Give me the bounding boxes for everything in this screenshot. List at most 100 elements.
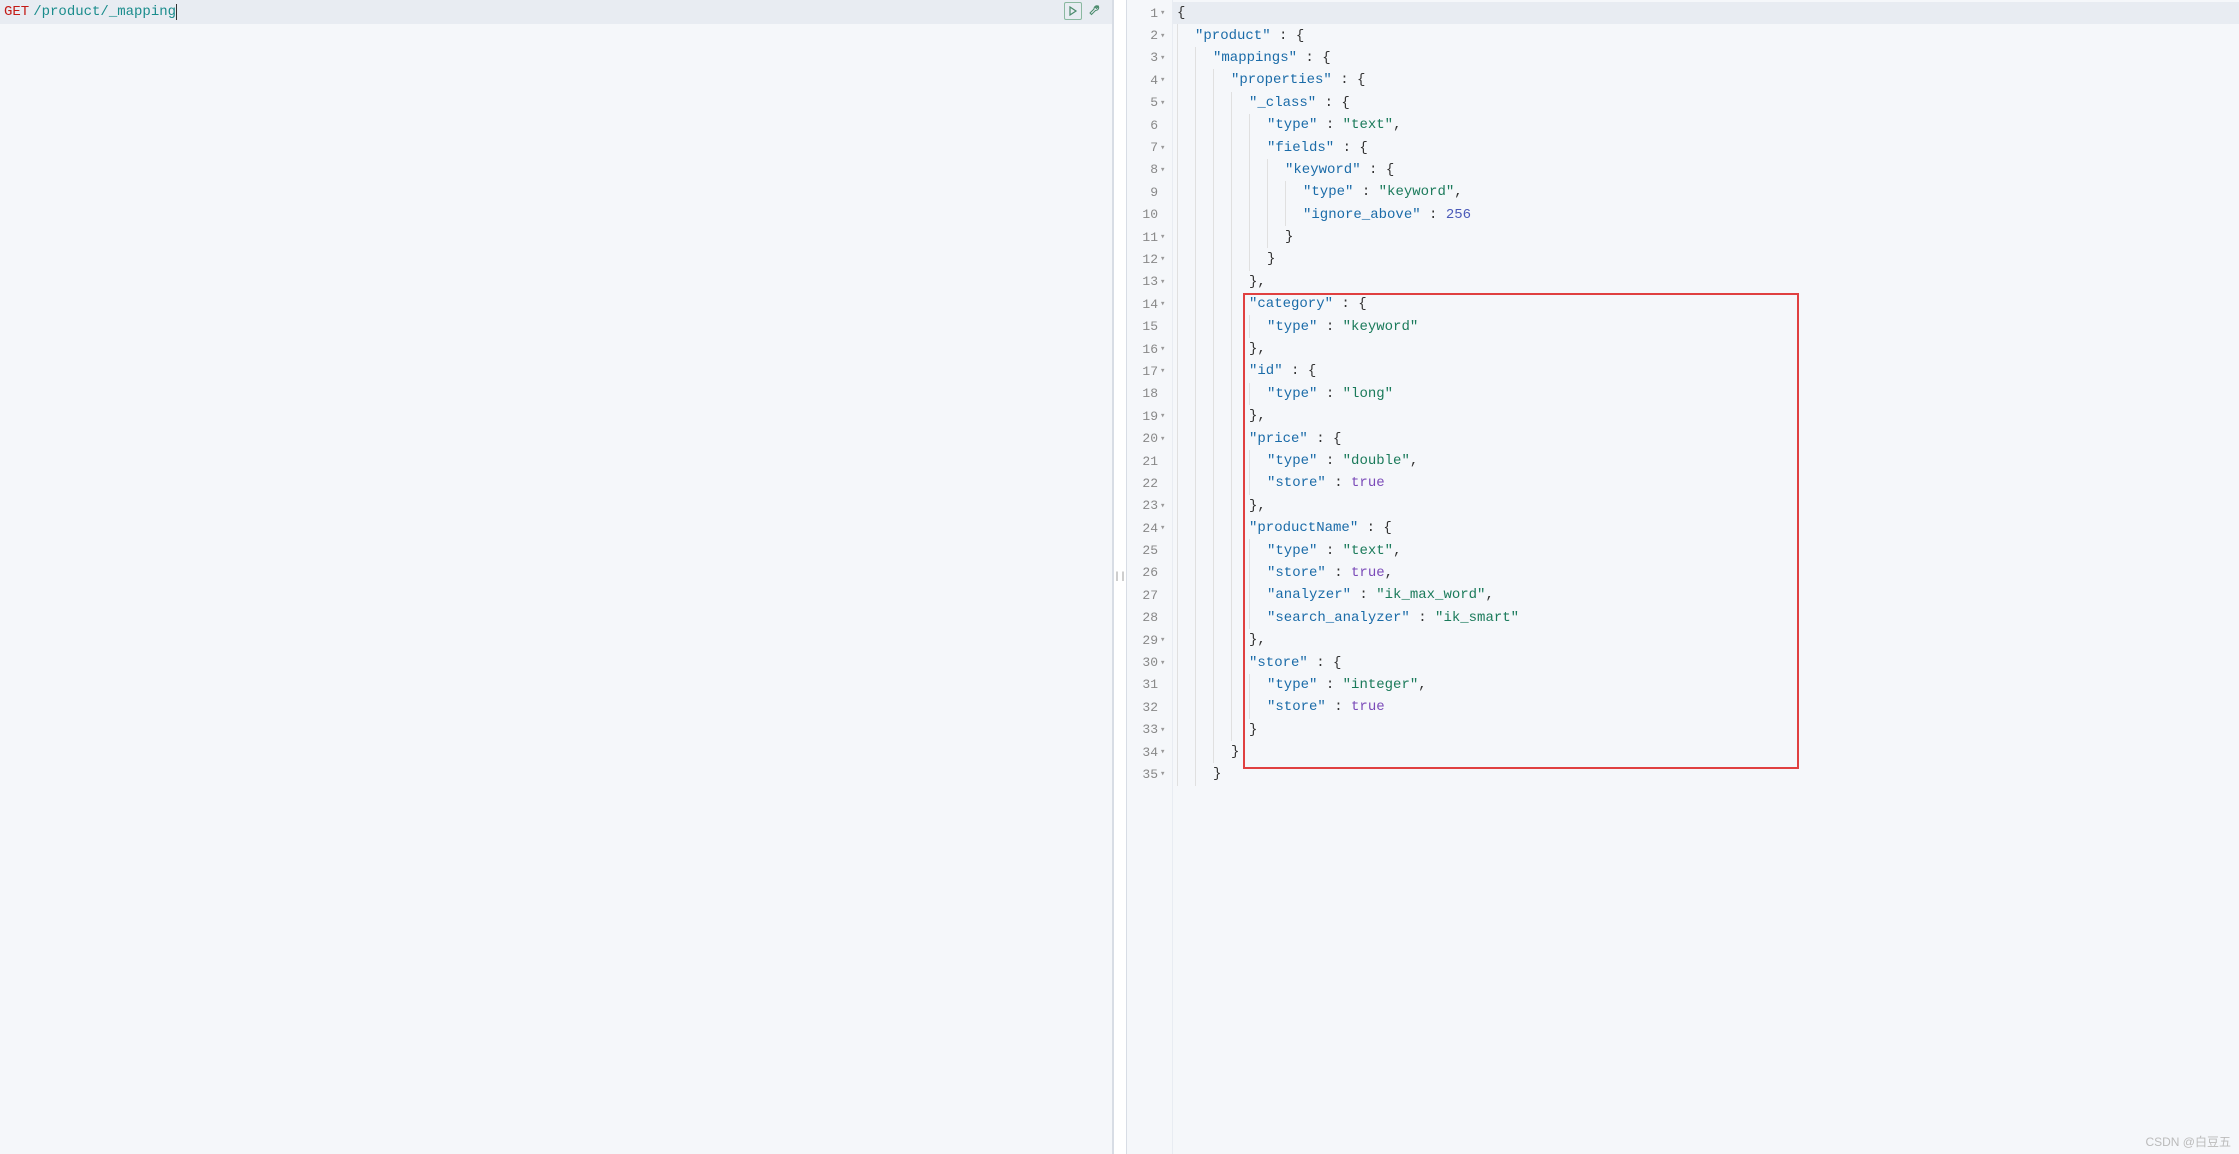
code-line[interactable]: } <box>1173 741 2239 763</box>
code-line[interactable]: "store" : true, <box>1173 562 2239 584</box>
code-line[interactable]: } <box>1173 719 2239 741</box>
code-line[interactable]: "product" : { <box>1173 24 2239 46</box>
token-punct: : <box>1353 184 1378 200</box>
indent-guide <box>1195 495 1213 517</box>
indent-guide <box>1195 338 1213 360</box>
indent-guide <box>1285 204 1303 226</box>
code-line[interactable]: "ignore_above" : 256 <box>1173 204 2239 226</box>
indent-guide <box>1231 226 1249 248</box>
indent-guide <box>1213 271 1231 293</box>
code-line[interactable]: "type" : "text", <box>1173 114 2239 136</box>
code-line[interactable]: "properties" : { <box>1173 69 2239 91</box>
fold-icon[interactable]: ▾ <box>1160 232 1168 242</box>
fold-icon[interactable]: ▾ <box>1160 53 1168 63</box>
indent-guide <box>1267 204 1285 226</box>
indent-guide <box>1213 136 1231 158</box>
fold-icon[interactable]: ▾ <box>1160 98 1168 108</box>
fold-icon[interactable]: ▾ <box>1160 75 1168 85</box>
code-line[interactable]: "_class" : { <box>1173 92 2239 114</box>
fold-icon[interactable]: ▾ <box>1160 747 1168 757</box>
run-icon[interactable] <box>1064 2 1082 20</box>
fold-icon[interactable]: ▾ <box>1160 31 1168 41</box>
line-number: 2▾ <box>1127 24 1172 46</box>
indent-guide <box>1195 181 1213 203</box>
line-number: 26 <box>1127 562 1172 584</box>
code-line[interactable]: "category" : { <box>1173 293 2239 315</box>
indent-guide <box>1267 159 1285 181</box>
code-line[interactable]: } <box>1173 763 2239 785</box>
panel-divider[interactable]: || <box>1113 0 1127 1154</box>
fold-icon[interactable]: ▾ <box>1160 344 1168 354</box>
indent-guide <box>1195 517 1213 539</box>
code-line[interactable]: }, <box>1173 495 2239 517</box>
token-key: "store" <box>1249 655 1308 671</box>
indent-guide <box>1231 584 1249 606</box>
code-line[interactable]: }, <box>1173 405 2239 427</box>
indent-guide <box>1195 562 1213 584</box>
code-line[interactable]: { <box>1173 2 2239 24</box>
fold-icon[interactable]: ▾ <box>1160 165 1168 175</box>
fold-icon[interactable]: ▾ <box>1160 366 1168 376</box>
token-punct: , <box>1454 184 1462 200</box>
code-line[interactable]: "keyword" : { <box>1173 159 2239 181</box>
indent-guide <box>1231 136 1249 158</box>
request-line[interactable]: GET /product/_mapping <box>0 0 1112 24</box>
code-line[interactable]: }, <box>1173 629 2239 651</box>
line-number: 30▾ <box>1127 651 1172 673</box>
fold-icon[interactable]: ▾ <box>1160 725 1168 735</box>
code-line[interactable]: "type" : "long" <box>1173 383 2239 405</box>
token-punct: } <box>1231 744 1239 760</box>
response-code[interactable]: {"product" : {"mappings" : {"properties"… <box>1173 0 2239 1154</box>
indent-guide <box>1177 136 1195 158</box>
indent-guide <box>1249 248 1267 270</box>
code-line[interactable]: "store" : true <box>1173 472 2239 494</box>
token-key: "search_analyzer" <box>1267 610 1410 626</box>
token-punct: , <box>1393 543 1401 559</box>
token-punct: : { <box>1308 655 1342 671</box>
code-line[interactable]: }, <box>1173 338 2239 360</box>
indent-guide <box>1177 450 1195 472</box>
fold-icon[interactable]: ▾ <box>1160 635 1168 645</box>
code-line[interactable]: "productName" : { <box>1173 517 2239 539</box>
code-line[interactable]: "type" : "integer", <box>1173 674 2239 696</box>
token-punct: , <box>1393 117 1401 133</box>
fold-icon[interactable]: ▾ <box>1160 254 1168 264</box>
code-line[interactable]: "id" : { <box>1173 360 2239 382</box>
indent-guide <box>1177 674 1195 696</box>
fold-icon[interactable]: ▾ <box>1160 143 1168 153</box>
fold-icon[interactable]: ▾ <box>1160 523 1168 533</box>
code-line[interactable]: }, <box>1173 271 2239 293</box>
request-actions <box>1064 2 1104 20</box>
fold-icon[interactable]: ▾ <box>1160 299 1168 309</box>
code-line[interactable]: "search_analyzer" : "ik_smart" <box>1173 607 2239 629</box>
indent-guide <box>1177 204 1195 226</box>
fold-icon[interactable]: ▾ <box>1160 658 1168 668</box>
token-punct: } <box>1285 229 1293 245</box>
token-punct: : <box>1317 386 1342 402</box>
indent-guide <box>1195 450 1213 472</box>
indent-guide <box>1177 69 1195 91</box>
code-line[interactable]: "analyzer" : "ik_max_word", <box>1173 584 2239 606</box>
fold-icon[interactable]: ▾ <box>1160 8 1168 18</box>
code-line[interactable]: "type" : "keyword", <box>1173 181 2239 203</box>
fold-icon[interactable]: ▾ <box>1160 434 1168 444</box>
code-line[interactable]: "type" : "text", <box>1173 539 2239 561</box>
code-line[interactable]: "fields" : { <box>1173 136 2239 158</box>
code-line[interactable]: } <box>1173 248 2239 270</box>
fold-icon[interactable]: ▾ <box>1160 769 1168 779</box>
code-line[interactable]: "type" : "double", <box>1173 450 2239 472</box>
indent-guide <box>1249 539 1267 561</box>
token-punct: : { <box>1333 296 1367 312</box>
fold-icon[interactable]: ▾ <box>1160 277 1168 287</box>
indent-guide <box>1213 450 1231 472</box>
code-line[interactable]: "type" : "keyword" <box>1173 315 2239 337</box>
code-line[interactable]: "mappings" : { <box>1173 47 2239 69</box>
code-line[interactable]: "store" : { <box>1173 651 2239 673</box>
code-line[interactable]: "price" : { <box>1173 427 2239 449</box>
wrench-icon[interactable] <box>1086 2 1104 20</box>
fold-icon[interactable]: ▾ <box>1160 501 1168 511</box>
indent-guide <box>1195 383 1213 405</box>
code-line[interactable]: "store" : true <box>1173 696 2239 718</box>
code-line[interactable]: } <box>1173 226 2239 248</box>
fold-icon[interactable]: ▾ <box>1160 411 1168 421</box>
